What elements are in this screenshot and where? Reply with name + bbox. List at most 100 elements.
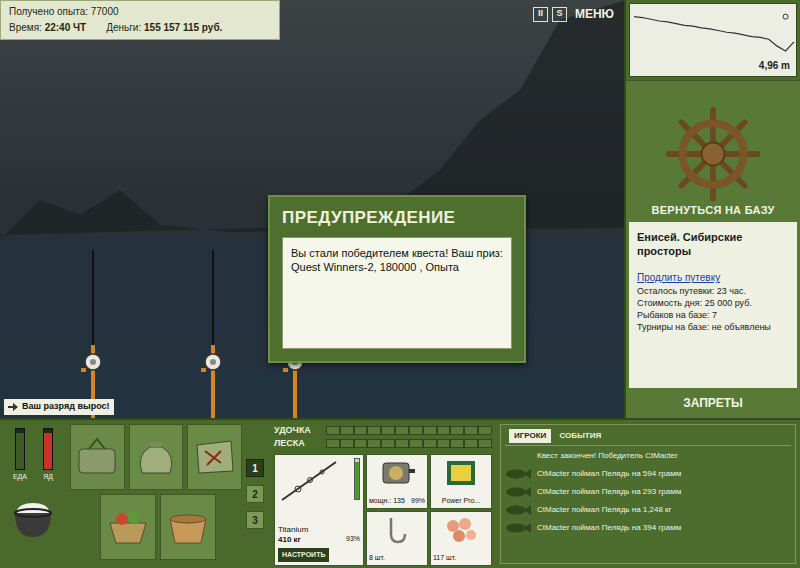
slot-buttons: 1 2 3	[246, 420, 270, 568]
event-text: CtMacter поймал Пелядь на 1,248 кг	[537, 504, 672, 516]
setup-button[interactable]: НАСТРОИТЬ	[278, 548, 329, 563]
tension-segment	[424, 427, 436, 434]
meter-label: ЯД	[43, 472, 53, 483]
meter: ЕДА	[13, 428, 27, 483]
arrow-icon	[8, 403, 18, 411]
bag-icon	[75, 437, 119, 477]
return-base[interactable]: ВЕРНУТЬСЯ НА БАЗУ	[626, 80, 800, 222]
reel-cell[interactable]: мощн.: 13599%	[366, 454, 428, 509]
tackle-area: УДОЧКАЛЕСКАTitanium410 кг93%НАСТРОИТЬмощ…	[270, 420, 496, 568]
top-buttons: II S МЕНЮ	[533, 5, 618, 23]
tension-label: УДОЧКА	[274, 424, 322, 438]
meter-label: ЕДА	[13, 472, 27, 483]
reel-condition: 99%	[411, 496, 425, 507]
tension-segment	[451, 427, 463, 434]
tension-track	[326, 439, 492, 448]
location-text: Енисей. Сибирские просторы	[637, 230, 789, 258]
reel-icon	[377, 457, 417, 489]
info-line: Стоимость дня: 25 000 руб.	[637, 297, 789, 309]
pot-icon[interactable]	[10, 495, 56, 541]
event-row: CtMacter поймал Пелядь на 1,248 кг	[505, 503, 791, 517]
menu-button[interactable]: МЕНЮ	[571, 5, 618, 23]
basket-icon	[106, 507, 150, 547]
tension-segment	[355, 440, 367, 447]
base-info: Енисей. Сибирские просторы Продлить путев…	[629, 222, 797, 388]
inventory-slot[interactable]	[70, 424, 125, 490]
depth-panel: 4,96 m	[626, 0, 800, 80]
tension-segment	[465, 440, 477, 447]
fishing-rod-icon[interactable]	[78, 250, 108, 418]
time-text: Время: 22:40 ЧТ	[9, 20, 86, 36]
sack-icon	[134, 437, 178, 477]
fish-icon	[505, 468, 531, 480]
bait-icon	[441, 514, 481, 546]
tension-segment	[341, 427, 353, 434]
map-icon	[193, 437, 237, 477]
rod-condition-track	[354, 458, 360, 500]
rod-condition-fill	[355, 462, 359, 499]
fish-icon	[505, 486, 531, 498]
rod-icon	[278, 458, 340, 504]
tension-segment	[438, 427, 450, 434]
helm-icon	[665, 106, 761, 202]
line-name: Power Pro...	[442, 496, 481, 507]
tub-icon	[166, 507, 210, 547]
tension-label: ЛЕСКА	[274, 437, 322, 451]
info-line: Турниры на базе: не объявлены	[637, 321, 789, 333]
hook-cell[interactable]: 8 шт.	[366, 511, 428, 566]
hook-count: 8 шт.	[369, 553, 385, 564]
slot-button[interactable]: 2	[246, 485, 264, 503]
bans-button[interactable]: ЗАПРЕТЫ	[626, 388, 800, 418]
fishing-rod-icon[interactable]	[198, 250, 228, 418]
money-text: Деньги: 155 157 115 руб.	[106, 20, 222, 36]
tension-bar: ЛЕСКА	[274, 437, 492, 450]
tension-segment	[382, 427, 394, 434]
inventory-slot[interactable]	[187, 424, 242, 490]
warning-dialog: ПРЕДУПРЕЖДЕНИЕВы стали победителем квест…	[268, 195, 526, 363]
slot-button[interactable]: 1	[246, 459, 264, 477]
inventory-slot[interactable]	[129, 424, 184, 490]
hook-icon	[377, 514, 417, 546]
rod-cell[interactable]: Titanium410 кг93%НАСТРОИТЬ	[274, 454, 364, 566]
top-button[interactable]: S	[552, 7, 567, 22]
tension-track	[326, 426, 492, 435]
tension-segment	[479, 440, 491, 447]
inventory-slot[interactable]	[160, 494, 216, 560]
tension-segment	[396, 440, 408, 447]
experience-text: Получено опыта: 77000	[9, 4, 271, 20]
meter-fill	[16, 433, 24, 469]
extend-link[interactable]: Продлить путевку	[637, 270, 789, 285]
depth-chart: 4,96 m	[629, 3, 797, 77]
reel-info: мощн.: 13599%	[369, 496, 425, 507]
game-screen: Получено опыта: 77000Время: 22:40 ЧТ День…	[0, 0, 800, 568]
events-tab[interactable]: СОБЫТИЯ	[554, 429, 606, 443]
event-text: CtMacter поймал Пелядь на 293 грамм	[537, 486, 681, 498]
top-button[interactable]: II	[533, 7, 548, 22]
event-text: CtMacter поймал Пелядь на 394 грамм	[537, 522, 681, 534]
bottom-bar: ЕДАЯД123УДОЧКАЛЕСКАTitanium410 кг93%НАСТ…	[0, 418, 800, 568]
tension-segment	[438, 440, 450, 447]
fish-icon	[505, 504, 531, 516]
inventory-row	[70, 424, 242, 490]
events-tab[interactable]: ИГРОКИ	[509, 429, 551, 443]
event-row: Квест закончен! Победитель CtMacter	[505, 449, 791, 463]
tension-segment	[424, 440, 436, 447]
event-text: Квест закончен! Победитель CtMacter	[537, 450, 678, 462]
line-cell[interactable]: Power Pro...	[430, 454, 492, 509]
depth-reading: 4,96 m	[759, 58, 790, 73]
info-line: Осталось путевки: 23 час.	[637, 285, 789, 297]
tension-segment	[327, 427, 339, 434]
fish-icon	[505, 522, 531, 534]
meter-fill	[44, 433, 52, 469]
inventory-slot[interactable]	[100, 494, 156, 560]
events-box: ИГРОКИСОБЫТИЯ Квест закончен! Победитель …	[500, 424, 796, 564]
line-spool-icon	[443, 457, 479, 489]
rank-notice: Ваш разряд вырос!	[4, 399, 114, 415]
meter: ЯД	[43, 428, 53, 483]
rod-condition: 93%	[346, 534, 360, 545]
bait-cell[interactable]: 117 шт.	[430, 511, 492, 566]
tension-segment	[368, 427, 380, 434]
slot-button[interactable]: 3	[246, 511, 264, 529]
hud-info: Получено опыта: 77000Время: 22:40 ЧТ День…	[0, 0, 280, 40]
bait-count: 117 шт.	[433, 553, 456, 564]
